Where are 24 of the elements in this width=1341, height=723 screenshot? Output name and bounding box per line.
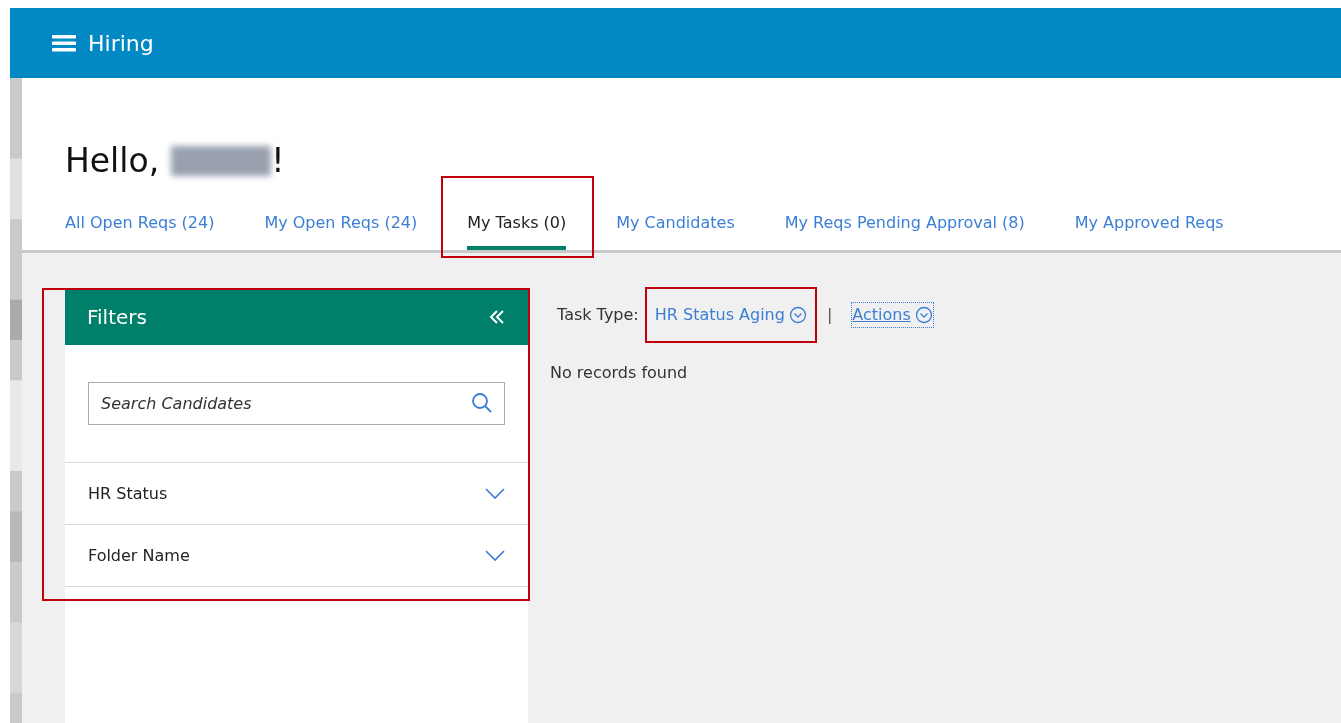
menu-icon[interactable] [52,33,76,53]
tab[interactable]: My Open Reqs (24) [264,200,418,250]
task-type-label: Task Type: [557,304,639,326]
search-icon[interactable] [471,392,493,414]
filter-row[interactable]: Folder Name [65,525,528,587]
greeting-mark: ! [271,140,285,183]
tab[interactable]: My Candidates [616,200,735,250]
chevron-down-circle-icon [788,306,807,324]
empty-message: No records found [550,362,688,384]
search-field[interactable]: Search Candidates [88,382,505,425]
filter-row[interactable]: HR Status [65,463,528,525]
collapse-icon[interactable] [488,307,506,326]
task-type-dropdown[interactable]: HR Status Aging [654,303,807,327]
actions-menu[interactable]: Actions [852,303,933,327]
tab[interactable]: All Open Reqs (24) [65,200,215,250]
tab[interactable]: My Reqs Pending Approval (8) [784,200,1025,250]
tab[interactable]: My Approved Reqs [1074,200,1224,250]
app-title: Hiring [88,29,154,58]
filters-title: Filters [87,303,147,331]
greeting-text: Hello, [65,140,160,183]
filter-label: Folder Name [88,544,190,567]
chevron-down-circle-icon [914,306,933,324]
separator: | [826,304,833,326]
filter-label: HR Status [88,482,168,505]
